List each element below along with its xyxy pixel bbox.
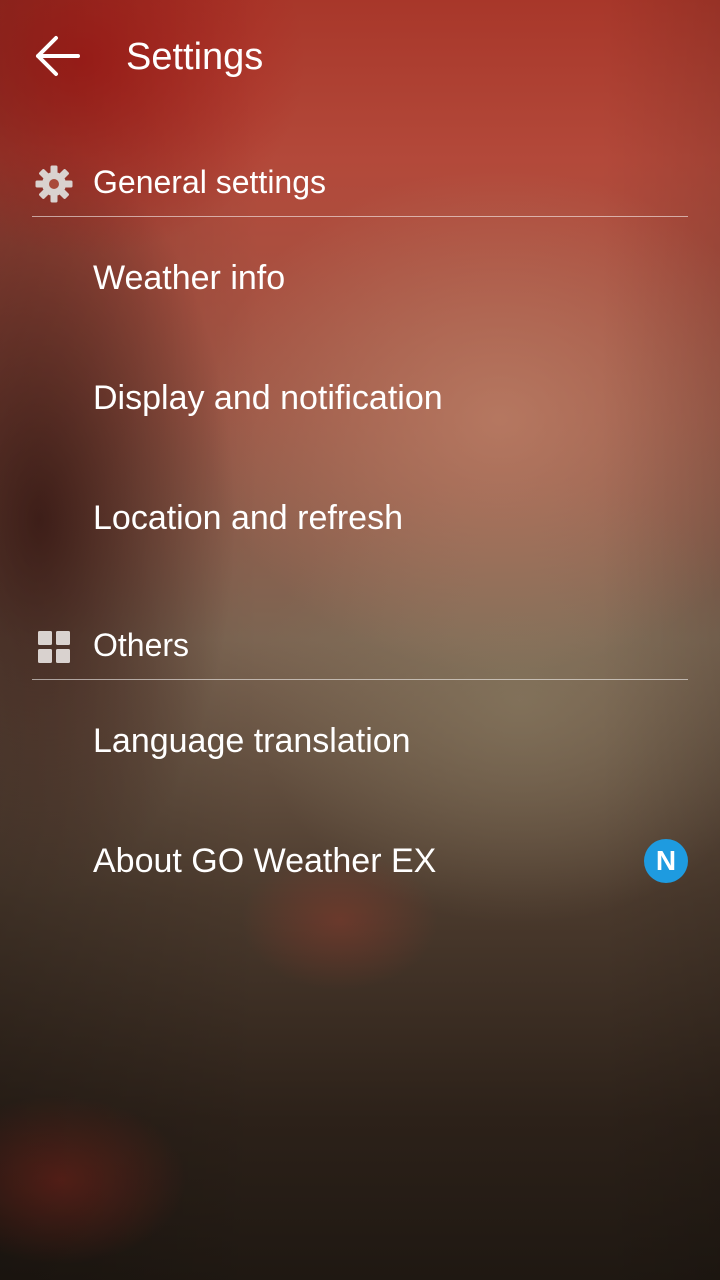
menu-item-language-translation[interactable]: Language translation [0, 681, 720, 801]
menu-item-location-and-refresh[interactable]: Location and refresh [0, 458, 720, 578]
menu-item-about[interactable]: About GO Weather EX N [0, 801, 720, 921]
gear-icon [34, 164, 74, 204]
menu-item-label: About GO Weather EX [93, 842, 437, 880]
menu-item-label: Language translation [93, 722, 411, 760]
settings-screen: Settings General settings Weather info D… [0, 0, 720, 1280]
menu-item-label: Display and notification [93, 379, 443, 417]
section-title: General settings [93, 164, 327, 200]
app-bar: Settings [0, 0, 720, 112]
menu-item-label: Weather info [93, 259, 286, 297]
page-title: Settings [126, 36, 264, 78]
menu-item-weather-info[interactable]: Weather info [0, 218, 720, 338]
section-header-others: Others [32, 621, 688, 680]
section-header-general-settings: General settings [32, 158, 688, 217]
menu-item-display-and-notification[interactable]: Display and notification [0, 338, 720, 458]
section-title: Others [93, 627, 190, 663]
menu-item-label: Location and refresh [93, 499, 403, 537]
grid-icon [34, 627, 74, 667]
arrow-left-icon[interactable] [32, 30, 84, 82]
new-badge: N [644, 839, 688, 883]
